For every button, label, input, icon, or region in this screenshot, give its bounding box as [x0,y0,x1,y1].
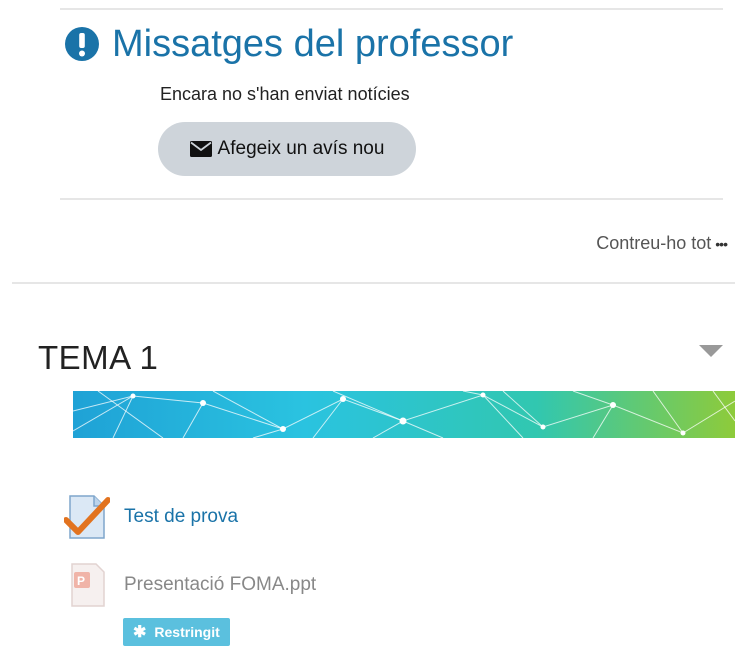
news-block-title: Missatges del professor [64,22,513,66]
ellipsis-icon: ••• [715,235,728,252]
activity-resource-link[interactable]: Presentació FOMA.ppt [124,574,316,596]
news-divider [60,198,723,200]
news-empty-text: Encara no s'han enviat notícies [160,84,410,104]
envelope-icon [189,141,212,157]
exclamation-circle-icon [65,27,99,61]
add-announcement-button[interactable]: Afegeix un avís nou [158,122,416,176]
quiz-icon [64,495,110,539]
section-divider [12,282,735,284]
restricted-badge-label: Restringit [154,624,220,640]
collapse-all-label: Contreu-ho tot [596,233,712,253]
activity-quiz-link[interactable]: Test de prova [124,506,238,528]
activity-quiz[interactable]: Test de prova [64,494,238,540]
section-banner-image [73,391,735,438]
section-collapse-caret-icon[interactable] [699,345,723,357]
restricted-badge[interactable]: ✱ Restringit [123,618,230,646]
activity-resource[interactable]: P Presentació FOMA.ppt [64,562,316,608]
collapse-all-link[interactable]: Contreu-ho tot ••• [596,233,728,254]
add-announcement-label: Afegeix un avís nou [217,138,385,159]
svg-text:P: P [77,574,85,588]
powerpoint-icon: P [71,563,105,607]
asterisk-icon: ✱ [133,624,147,641]
top-divider [60,8,723,10]
news-title-text: Missatges del professor [112,23,514,65]
section-title: TEMA 1 [38,339,159,376]
